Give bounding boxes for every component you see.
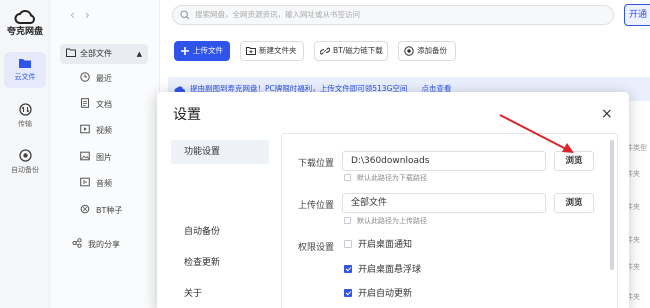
tab-check-update[interactable]: 检查更新	[171, 251, 269, 275]
image-icon	[80, 151, 90, 161]
checkbox-checked[interactable]	[344, 289, 352, 297]
download-default-checkbox[interactable]: 默认此路径为下载路径	[344, 174, 427, 183]
clock-icon	[80, 72, 90, 82]
search-placeholder: 搜索网盘，全网资源资讯，输入网址或从书签访问	[195, 10, 360, 19]
sidebar-item-documents[interactable]: 文档	[80, 98, 112, 112]
sidebar-item-bt-seeds[interactable]: BT种子	[80, 204, 122, 218]
app-logo: 夸克网盘	[0, 8, 50, 37]
upload-button[interactable]: 上传文件	[174, 41, 230, 61]
download-browse-button[interactable]: 浏览	[554, 151, 594, 171]
sidebar-item-label: 图片	[96, 153, 112, 162]
download-path-field[interactable]: D:\360downloads	[342, 151, 546, 171]
sidebar-item-recent[interactable]: 最近	[80, 72, 112, 86]
top-bar: 搜索网盘，全网资源资讯，输入网址或从书签访问 开通	[160, 0, 650, 30]
close-icon[interactable]: ×	[601, 106, 613, 122]
upload-browse-button[interactable]: 浏览	[554, 193, 594, 213]
search-input[interactable]: 搜索网盘，全网资源资讯，输入网址或从书签访问	[172, 5, 614, 25]
add-backup-button[interactable]: 添加备份	[398, 41, 456, 61]
tab-function-settings[interactable]: 功能设置	[171, 140, 269, 164]
checkbox[interactable]	[344, 240, 352, 248]
document-icon	[81, 98, 89, 108]
app-name: 夸克网盘	[6, 27, 43, 37]
sidebar-item-label: 音频	[96, 179, 112, 188]
share-icon	[72, 238, 82, 248]
sidebar-item-label: 视频	[96, 126, 112, 135]
sidebar-item-label: 最近	[96, 74, 112, 83]
rail-item-auto-backup[interactable]: 自动备份	[4, 144, 46, 180]
add-backup-label: 添加备份	[417, 46, 447, 55]
caret-up-icon[interactable]: ▲	[137, 44, 142, 64]
option-label: 开启桌面悬浮球	[358, 265, 422, 275]
file-sidebar: 全部文件 ▲ 最近 文档 视频 图片 音频 BT种子 我的分享	[50, 0, 160, 308]
download-default-label: 默认此路径为下载路径	[357, 174, 427, 182]
new-folder-label: 新建文件夹	[259, 46, 297, 55]
checkbox[interactable]	[344, 217, 351, 224]
share-label: 我的分享	[88, 240, 120, 249]
permissions-label: 权限设置	[298, 243, 335, 253]
option-label: 开启自动更新	[358, 289, 413, 299]
link-icon	[320, 47, 330, 55]
tree-root-label: 全部文件	[80, 49, 112, 58]
upload-default-checkbox[interactable]: 默认此路径为上传路径	[344, 217, 427, 226]
dialog-title: 设置	[173, 107, 201, 123]
option-floating-ball[interactable]: 开启桌面悬浮球	[344, 265, 421, 276]
sidebar-item-label: BT种子	[96, 206, 123, 215]
open-membership-button[interactable]: 开通	[624, 4, 650, 26]
folder-icon	[66, 48, 76, 57]
backup-icon	[18, 149, 32, 162]
back-arrow-icon[interactable]: ‹	[70, 8, 85, 22]
upload-default-label: 默认此路径为上传路径	[357, 217, 427, 225]
tab-about[interactable]: 关于	[171, 282, 269, 306]
option-desktop-notification[interactable]: 开启桌面通知	[344, 240, 412, 251]
cloud-logo-icon	[14, 10, 35, 24]
left-rail: 夸克网盘 云文件 传输 自动备份	[0, 0, 50, 308]
checkbox-checked[interactable]	[344, 265, 352, 273]
forward-arrow-icon[interactable]: ›	[85, 8, 100, 22]
option-label: 开启桌面通知	[358, 240, 413, 250]
tree-root-all-files[interactable]: 全部文件 ▲	[60, 44, 148, 64]
audio-icon	[80, 177, 90, 187]
sidebar-item-label: 文档	[96, 100, 112, 109]
file-type-header: 件类型	[626, 144, 647, 152]
rail-item-cloud-files[interactable]: 云文件	[4, 52, 46, 88]
history-nav: ‹›	[70, 8, 100, 22]
rail-item-transfer[interactable]: 传输	[4, 98, 46, 134]
rail-item-label: 传输	[18, 120, 32, 128]
upload-path-field[interactable]: 全部文件	[342, 193, 546, 213]
sidebar-item-videos[interactable]: 视频	[80, 124, 112, 138]
search-icon	[180, 10, 190, 20]
video-icon	[80, 124, 90, 134]
bt-download-button[interactable]: BT/磁力链下载	[314, 41, 388, 61]
panel-scrollbar[interactable]	[610, 140, 614, 270]
folder-icon	[19, 59, 31, 68]
sidebar-item-my-share[interactable]: 我的分享	[72, 238, 120, 250]
sidebar-item-audio[interactable]: 音频	[80, 177, 112, 191]
bt-icon	[80, 204, 90, 214]
bt-download-label: BT/磁力链下载	[333, 46, 383, 55]
rail-item-label: 自动备份	[11, 166, 39, 174]
new-folder-icon	[246, 47, 256, 55]
tab-auto-backup[interactable]: 自动备份	[171, 220, 269, 244]
upload-location-label: 上传位置	[298, 201, 335, 211]
quark-drive-window: 夸克网盘 云文件 传输 自动备份 全部文件 ▲ 最近 文档 视频 图片 音频 B…	[0, 0, 650, 308]
settings-panel: 下载位置 D:\360downloads 浏览 默认此路径为下载路径 上传位置 …	[281, 133, 618, 308]
download-location-label: 下载位置	[298, 159, 335, 169]
new-folder-button[interactable]: 新建文件夹	[240, 41, 304, 61]
upload-button-label: 上传文件	[193, 46, 223, 55]
rail-item-label: 云文件	[14, 73, 36, 81]
option-auto-update[interactable]: 开启自动更新	[344, 289, 412, 300]
backup-icon	[404, 46, 414, 56]
sidebar-item-images[interactable]: 图片	[80, 151, 112, 165]
checkbox[interactable]	[344, 174, 351, 181]
settings-dialog: 设置 × 功能设置 自动备份 检查更新 关于 下载位置 D:\360downlo…	[157, 92, 629, 308]
plus-icon	[181, 47, 189, 55]
transfer-icon	[18, 103, 32, 116]
